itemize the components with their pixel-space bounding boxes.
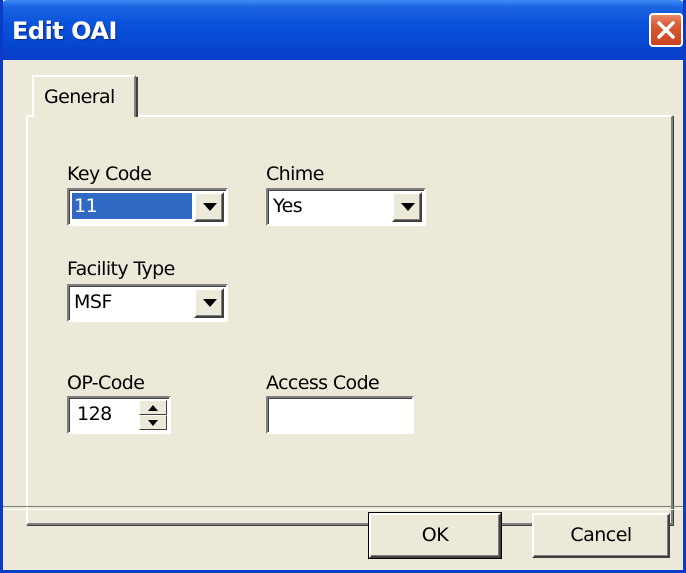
access-code-label: Access Code: [266, 372, 380, 394]
edit-oai-dialog: Edit OAI General Key Code 11 Chime Yes F…: [0, 0, 686, 573]
chevron-down-icon: [401, 203, 415, 211]
ok-button[interactable]: OK: [368, 512, 502, 559]
title-bar[interactable]: Edit OAI: [3, 0, 683, 60]
key-code-label: Key Code: [67, 163, 152, 185]
facility-type-dropdown[interactable]: MSF: [67, 284, 228, 322]
facility-type-value: MSF: [74, 291, 112, 313]
key-code-dropdown[interactable]: 11: [67, 188, 228, 226]
op-code-increment-button[interactable]: [139, 400, 167, 415]
arrow-up-icon: [148, 405, 158, 411]
close-button[interactable]: [649, 13, 683, 47]
chime-value: Yes: [273, 195, 303, 217]
chevron-down-icon: [203, 203, 217, 211]
facility-type-dropdown-button[interactable]: [194, 288, 224, 318]
dialog-client-area: General Key Code 11 Chime Yes Facility T…: [3, 60, 683, 570]
cancel-button[interactable]: Cancel: [532, 513, 670, 558]
key-code-dropdown-button[interactable]: [194, 192, 224, 222]
chime-dropdown[interactable]: Yes: [266, 188, 426, 226]
tab-general-label: General: [44, 86, 115, 108]
chime-dropdown-button[interactable]: [392, 192, 422, 222]
access-code-input[interactable]: [266, 396, 414, 434]
op-code-value: 128: [77, 403, 112, 425]
key-code-value: 11: [72, 193, 192, 219]
facility-type-label: Facility Type: [67, 258, 175, 280]
op-code-label: OP-Code: [67, 372, 145, 394]
op-code-spinner[interactable]: 128: [67, 396, 171, 434]
close-icon: [657, 21, 675, 39]
chime-label: Chime: [266, 163, 324, 185]
button-separator: [3, 506, 683, 510]
window-title: Edit OAI: [12, 17, 117, 45]
arrow-down-icon: [148, 420, 158, 426]
op-code-decrement-button[interactable]: [139, 415, 167, 430]
tab-general[interactable]: General: [32, 75, 138, 117]
chevron-down-icon: [203, 299, 217, 307]
